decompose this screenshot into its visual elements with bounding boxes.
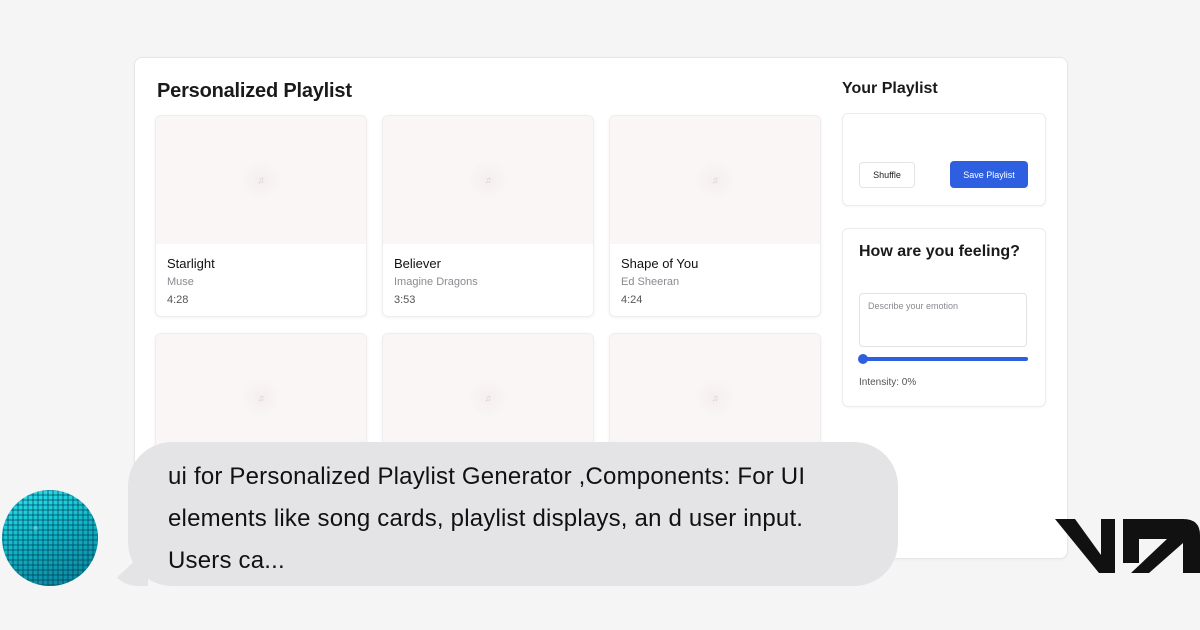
song-card[interactable]: ♫ [382,333,594,455]
song-artwork: ♫ [156,116,366,244]
song-artwork: ♫ [383,334,593,454]
song-card[interactable]: ♫ [609,333,821,455]
song-artwork: ♫ [610,334,820,454]
save-playlist-button[interactable]: Save Playlist [950,161,1028,188]
song-card[interactable]: ♫ Shape of You Ed Sheeran 4:24 [609,115,821,317]
playlist-panel: Shuffle Save Playlist [842,113,1046,206]
chat-message: ui for Personalized Playlist Generator ,… [168,463,806,574]
page-title: Personalized Playlist [157,80,352,102]
song-card[interactable]: ♫ [155,333,367,455]
music-note-icon: ♫ [695,378,735,418]
song-title: Shape of You [621,256,699,271]
emotion-input[interactable] [859,293,1027,347]
song-duration: 4:28 [167,294,189,306]
mood-heading: How are you feeling? [859,243,1020,260]
v0-logo-icon [1055,519,1200,573]
song-artist: Muse [167,276,194,288]
song-artwork: ♫ [156,334,366,454]
music-note-icon: ♫ [695,160,735,200]
intensity-label: Intensity: 0% [859,377,917,388]
music-note-icon: ♫ [241,378,281,418]
song-card[interactable]: ♫ Starlight Muse 4:28 [155,115,367,317]
mood-panel: How are you feeling? Intensity: 0% [842,228,1046,407]
music-note-icon: ♫ [468,160,508,200]
song-artist: Imagine Dragons [394,276,478,288]
song-artwork: ♫ [610,116,820,244]
song-duration: 3:53 [394,294,416,306]
music-note-icon: ♫ [468,378,508,418]
song-card[interactable]: ♫ Believer Imagine Dragons 3:53 [382,115,594,317]
song-artwork: ♫ [383,116,593,244]
intensity-slider[interactable] [858,354,1028,364]
slider-thumb[interactable] [858,354,868,364]
song-title: Starlight [167,256,215,271]
music-note-icon: ♫ [241,160,281,200]
song-title: Believer [394,256,441,271]
song-duration: 4:24 [621,294,643,306]
song-artist: Ed Sheeran [621,276,680,288]
user-avatar [2,490,98,586]
playlist-heading: Your Playlist [842,80,938,97]
shuffle-button[interactable]: Shuffle [859,162,915,188]
